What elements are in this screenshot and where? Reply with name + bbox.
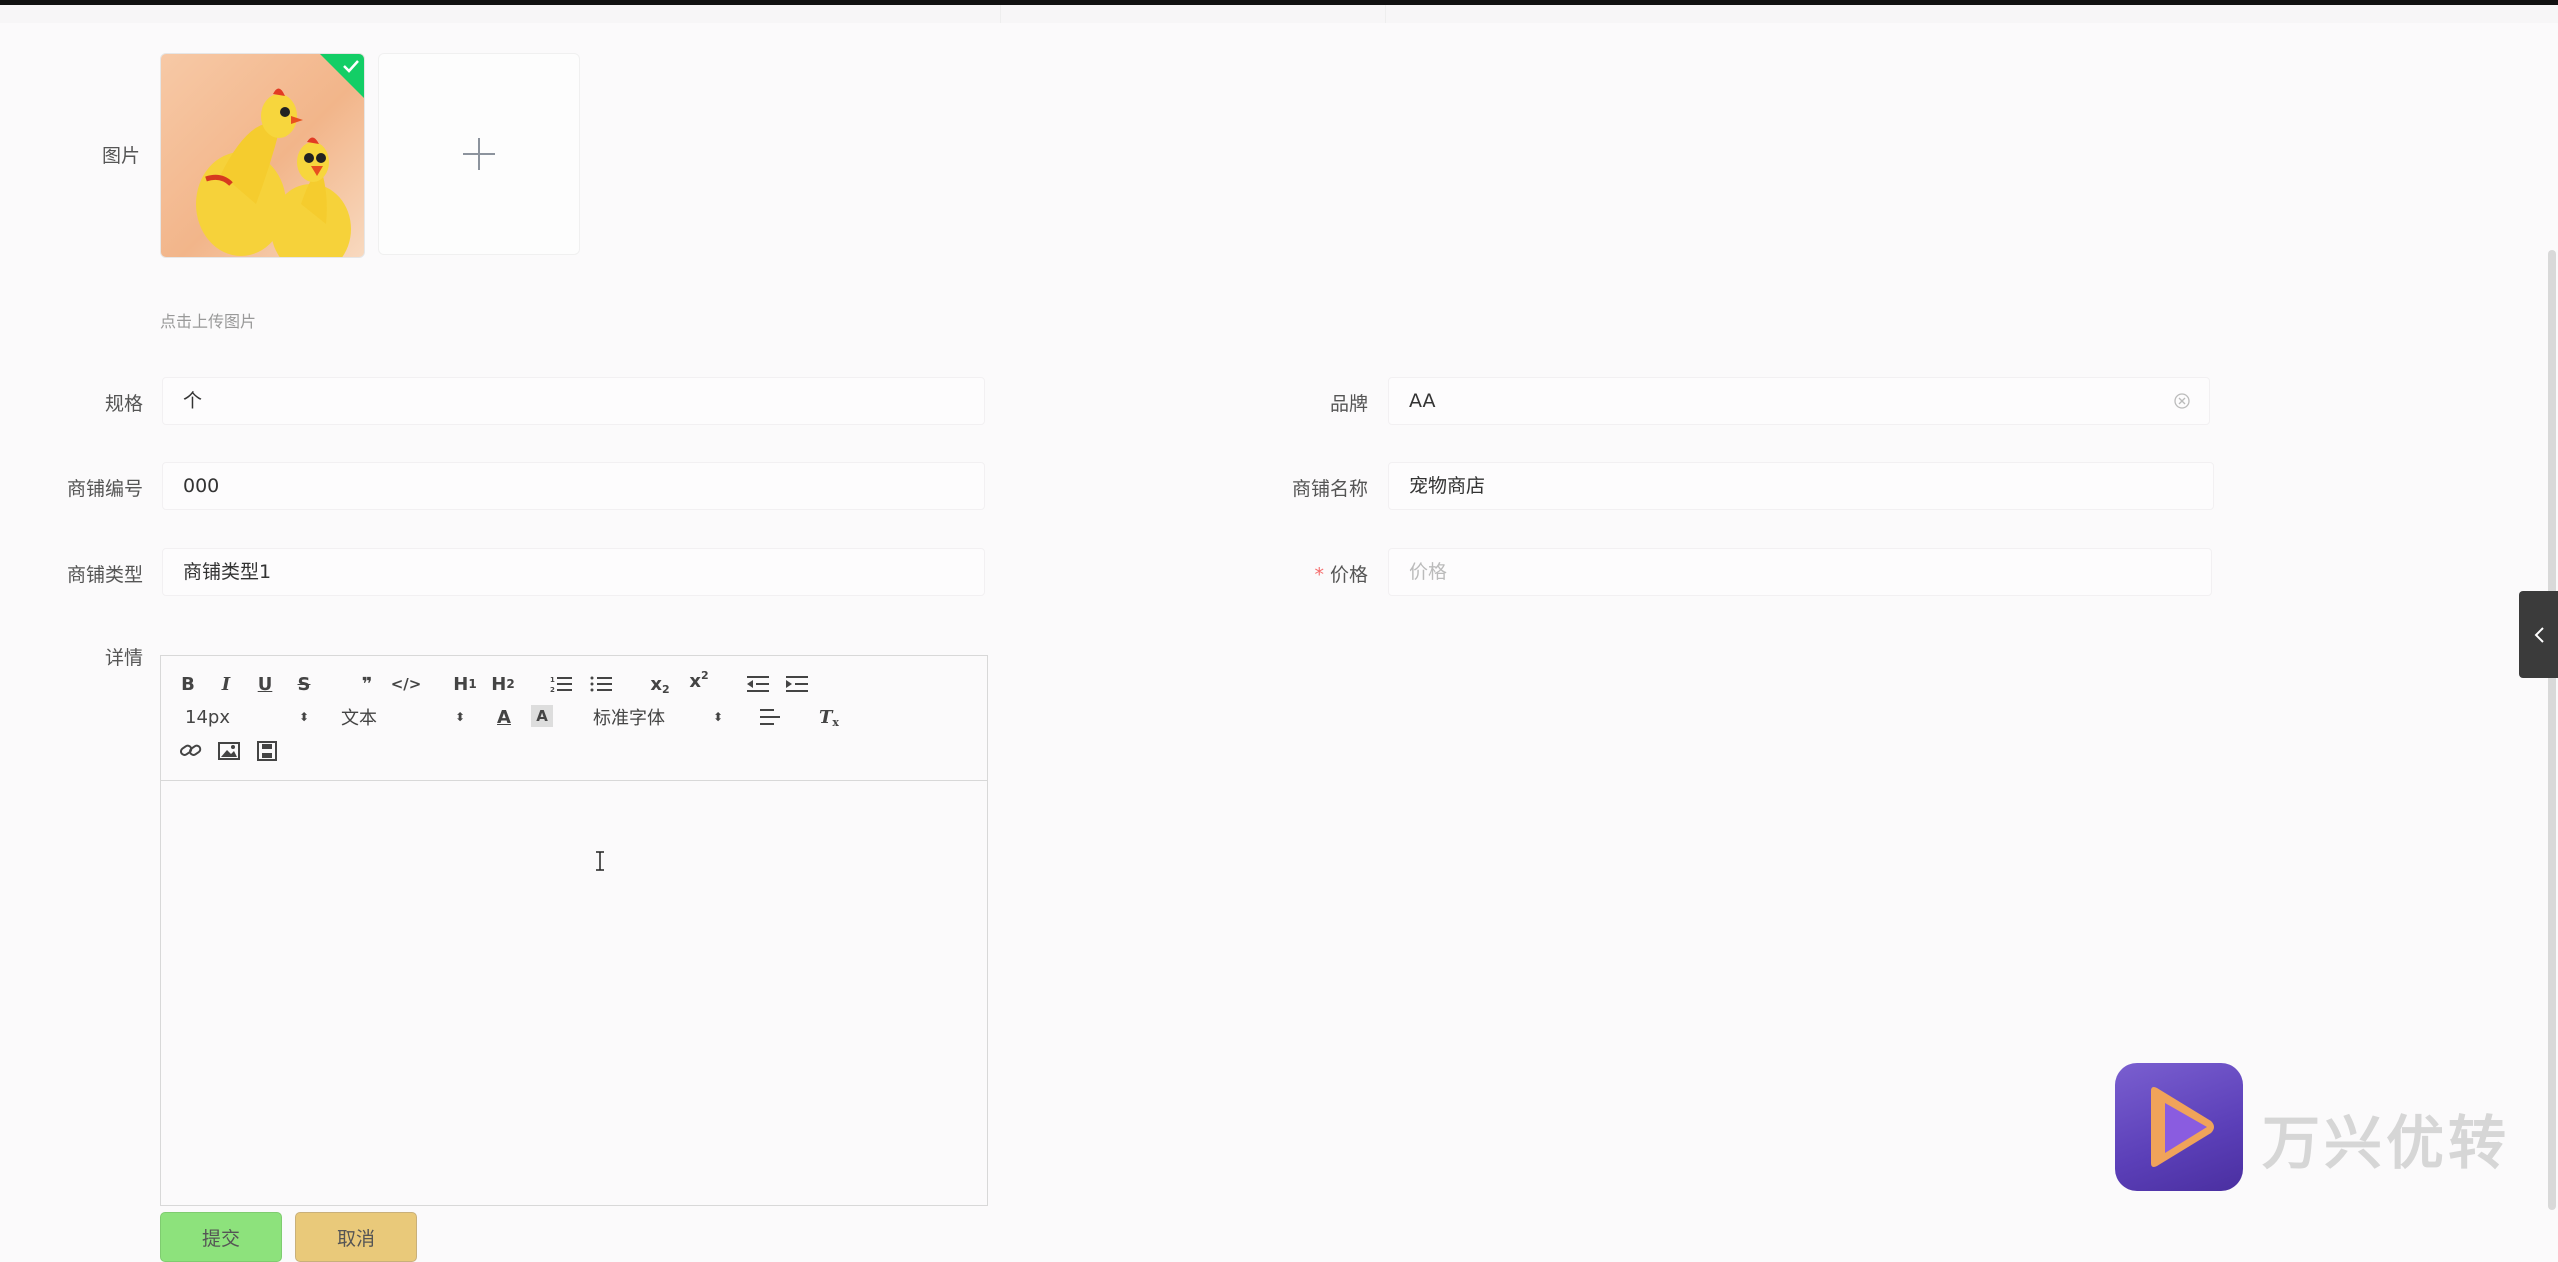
align-button[interactable] [759, 704, 783, 730]
bold-button[interactable]: B [177, 671, 199, 697]
detail-label: 详情 [104, 647, 143, 669]
brand-label: 品牌 [1329, 393, 1368, 415]
subscript-button[interactable]: x2 [647, 671, 673, 697]
required-mark: * [1314, 564, 1324, 586]
clear-circle-icon[interactable] [2173, 392, 2191, 410]
align-left-icon [760, 709, 780, 725]
page-scrollbar[interactable] [2548, 250, 2556, 1210]
price-input[interactable]: 价格 [1388, 548, 2212, 596]
bullet-list-button[interactable] [589, 671, 613, 697]
heading-1-button[interactable]: H1 [451, 671, 479, 697]
code-block-button[interactable]: </> [391, 671, 422, 697]
blockquote-button[interactable]: ❞ [354, 671, 380, 697]
shop-type-input[interactable]: 商铺类型1 [162, 548, 985, 596]
block-format-value: 文本 [341, 708, 377, 729]
font-family-select[interactable]: 标准字体 ⬍ [593, 704, 723, 730]
outdent-button[interactable] [746, 671, 770, 697]
clear-format-button[interactable]: Tx [817, 704, 841, 730]
shop-no-label: 商铺编号 [66, 478, 143, 500]
shop-name-input[interactable]: 宠物商店 [1388, 462, 2214, 510]
heading-2-button[interactable]: H2 [489, 671, 517, 697]
shop-name-label: 商铺名称 [1291, 478, 1368, 500]
background-color-button[interactable]: A [531, 705, 553, 727]
text-cursor-icon [596, 851, 604, 871]
image-icon [218, 742, 240, 760]
price-label-wrap: * 价格 [1228, 560, 1368, 587]
select-arrows-icon: ⬍ [712, 710, 723, 724]
image-label: 图片 [101, 145, 140, 167]
ordered-list-icon: 12 [550, 676, 572, 694]
upload-add-button[interactable] [378, 53, 580, 255]
cancel-button[interactable]: 取消 [295, 1212, 417, 1262]
indent-button[interactable] [785, 671, 809, 697]
svg-text:2: 2 [550, 686, 555, 694]
select-arrows-icon: ⬍ [298, 710, 309, 724]
submit-button[interactable]: 提交 [160, 1212, 282, 1262]
price-label: 价格 [1329, 564, 1368, 586]
video-icon [257, 741, 277, 761]
font-family-value: 标准字体 [593, 708, 665, 729]
previous-row-strip [0, 5, 2558, 23]
block-format-select[interactable]: 文本 ⬍ [341, 704, 465, 730]
editor-content-area[interactable] [161, 781, 987, 1206]
uploaded-image-thumbnail[interactable] [160, 53, 365, 258]
font-color-button[interactable]: A [493, 704, 515, 730]
plus-icon [463, 138, 495, 170]
brand-select[interactable]: AA [1388, 377, 2210, 425]
watermark-logo [2115, 1063, 2243, 1191]
play-logo-icon [2151, 1087, 2214, 1167]
bullet-list-icon [590, 676, 612, 692]
font-size-value: 14px [185, 706, 230, 728]
upload-success-check-icon [320, 54, 364, 98]
superscript-button[interactable]: x2 [686, 668, 712, 694]
indent-icon [786, 676, 808, 692]
upload-tip: 点击上传图片 [160, 312, 257, 331]
spec-input[interactable]: 个 [162, 377, 985, 425]
link-icon [180, 744, 202, 756]
ordered-list-button[interactable]: 12 [549, 671, 573, 697]
link-button[interactable] [179, 738, 203, 764]
select-arrows-icon: ⬍ [454, 710, 465, 724]
italic-button[interactable]: I [215, 671, 237, 697]
editor-toolbar: B I U S ❞ </> H1 H2 12 x2 x2 14px ⬍ 文本 ⬍ A… [161, 656, 987, 781]
brand-value: AA [1409, 390, 1436, 412]
video-button[interactable] [255, 738, 279, 764]
underline-button[interactable]: U [254, 671, 276, 697]
svg-text:1: 1 [550, 676, 555, 684]
strikethrough-button[interactable]: S [293, 671, 315, 697]
image-button[interactable] [217, 738, 241, 764]
chevron-left-icon [2534, 626, 2544, 643]
watermark-text: 万兴优转 [2262, 1109, 2511, 1177]
side-panel-toggle[interactable] [2519, 591, 2558, 678]
shop-no-input[interactable]: 000 [162, 462, 985, 510]
outdent-icon [747, 676, 769, 692]
shop-type-label: 商铺类型 [66, 564, 143, 586]
rich-text-editor: B I U S ❞ </> H1 H2 12 x2 x2 14px ⬍ 文本 ⬍ A… [160, 655, 988, 1206]
spec-label: 规格 [104, 393, 143, 415]
font-size-select[interactable]: 14px ⬍ [185, 704, 309, 730]
